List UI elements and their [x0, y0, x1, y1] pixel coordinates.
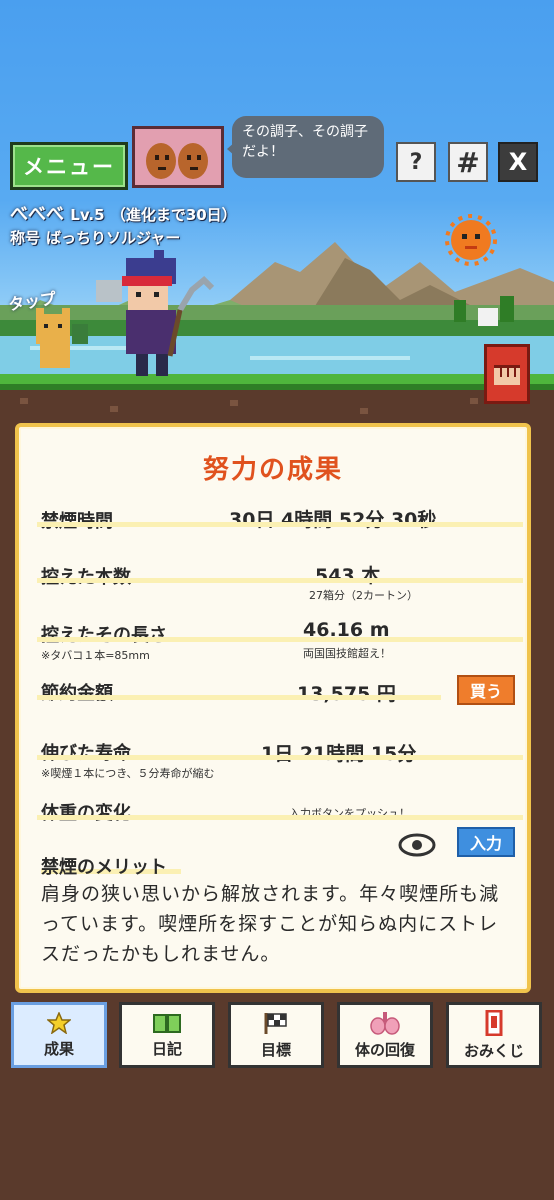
nav-omikuji[interactable]: おみくじ: [446, 1002, 542, 1068]
game-scene: メニュー その調子、その調子だよ！ ? # X べべべ Lv.5 （進化まで30…: [0, 0, 554, 420]
character-name: べべべ: [10, 204, 64, 225]
cigs-sub: 27箱分（2カートン）: [309, 589, 418, 602]
menu-button[interactable]: メニュー: [10, 142, 128, 190]
nav-label: 日記: [151, 1039, 182, 1058]
results-panel: 努力の成果 禁煙時間 30日 4時間 52分 30秒 控えた本数 543 本 2…: [15, 423, 531, 993]
sun-icon: [445, 214, 497, 266]
eye-icon[interactable]: [397, 833, 437, 857]
nav-label: おみくじ: [463, 1041, 524, 1060]
divider: [37, 815, 523, 820]
title-value: ばっちりソルジャー: [45, 229, 181, 247]
hashtag-icon: #: [456, 145, 480, 179]
divider: [37, 578, 523, 583]
buy-button[interactable]: 買う: [457, 675, 515, 705]
savings-value: 13,575 円: [297, 683, 396, 705]
length-label: 控えたその長さ: [41, 625, 167, 646]
length-sub: 両国国技館超え！: [303, 647, 391, 660]
quit-time-label: 禁煙時間: [41, 507, 113, 533]
input-button[interactable]: 入力: [457, 827, 515, 857]
companion-icon: [146, 143, 208, 179]
fist-icon: [494, 365, 520, 385]
quit-time-value: 30日 4時間 52分 30秒: [229, 509, 437, 531]
merit-title: 禁煙のメリット: [41, 857, 167, 878]
cigs-label: 控えた本数: [41, 563, 131, 589]
player-character[interactable]: [96, 250, 216, 380]
help-button[interactable]: ?: [396, 142, 436, 182]
lungs-icon: [370, 1011, 400, 1035]
length-note: ※タバコ１本=85mm: [41, 649, 150, 662]
character-level: Lv.5: [70, 206, 105, 224]
life-label: 伸びた寿命: [41, 743, 131, 764]
speech-bubble: その調子、その調子だよ！: [227, 116, 384, 178]
life-note: ※喫煙１本につき、５分寿命が縮む: [41, 767, 215, 780]
divider: [37, 695, 441, 700]
companion-portrait[interactable]: [132, 126, 224, 188]
punch-button[interactable]: [484, 344, 530, 404]
character-name-line: べべべ Lv.5 （進化まで30日）: [10, 200, 237, 226]
hashtag-button[interactable]: #: [448, 142, 488, 182]
help-label: ?: [409, 149, 423, 175]
savings-label: 節約金額: [41, 683, 113, 704]
results-title: 努力の成果: [202, 455, 343, 485]
nav-goal[interactable]: 目標: [228, 1002, 324, 1068]
life-value: 1日 21時間 15分: [261, 743, 417, 765]
star-icon: [47, 1011, 71, 1034]
cat-pet[interactable]: [28, 304, 92, 374]
title-label: 称号: [10, 229, 41, 247]
weight-label: 体重の変化: [41, 803, 131, 824]
evolution-countdown: （進化まで30日）: [110, 206, 237, 224]
nav-body-recovery[interactable]: 体の回復: [337, 1002, 433, 1068]
merit-text: 肩身の狭い思いから解放されます。年々喫煙所も減っています。喫煙所を探すことが知ら…: [41, 883, 500, 965]
omikuji-icon: [485, 1009, 503, 1036]
divider: [37, 755, 523, 760]
cigs-value: 543 本: [315, 565, 381, 587]
divider: [37, 637, 523, 642]
nav-label: 成果: [43, 1039, 74, 1058]
x-share-button[interactable]: X: [498, 142, 538, 182]
nav-results[interactable]: 成果: [11, 1002, 107, 1068]
x-logo-icon: X: [508, 148, 528, 176]
nav-diary[interactable]: 日記: [119, 1002, 215, 1068]
flag-icon: [264, 1012, 287, 1034]
character-title-line: 称号 ばっちりソルジャー: [10, 227, 180, 248]
divider: [37, 522, 523, 527]
book-icon: [153, 1013, 181, 1033]
nav-label: 体の回復: [354, 1040, 415, 1059]
nav-label: 目標: [260, 1040, 291, 1059]
